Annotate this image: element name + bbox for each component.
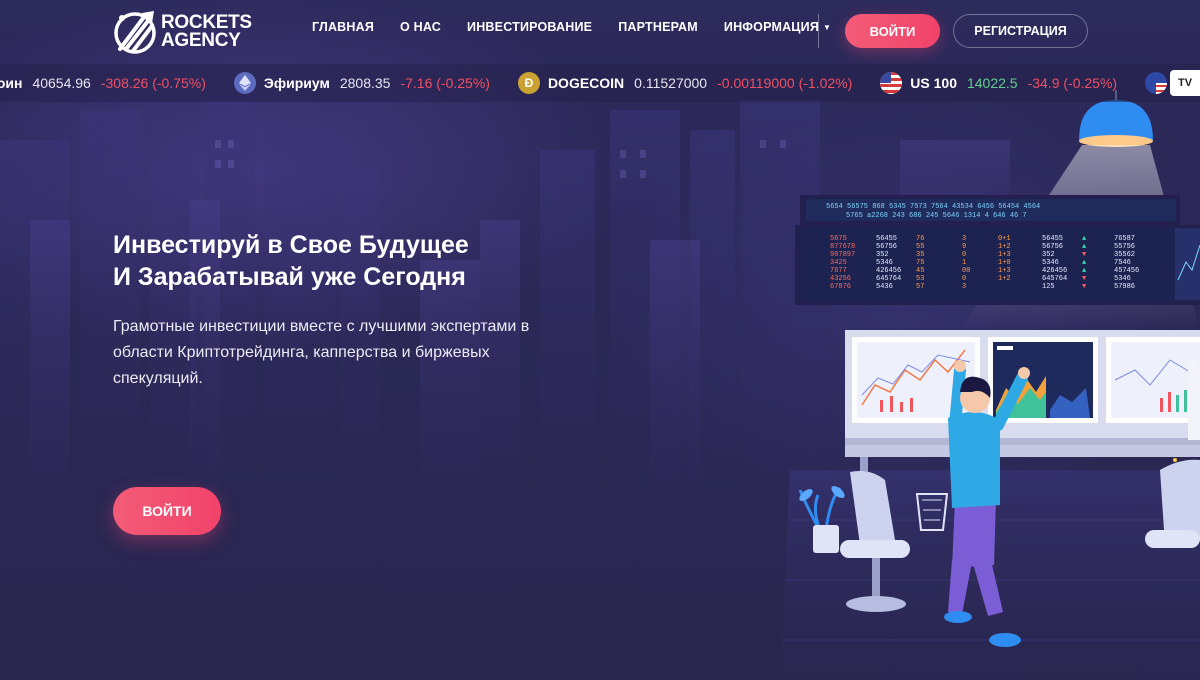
ticker-item-bitcoin[interactable]: коин 40654.96 -308.26 (-0.75%) — [0, 75, 206, 91]
svg-text:1+3: 1+3 — [998, 251, 1011, 259]
svg-text:5346: 5346 — [876, 259, 893, 267]
svg-text:5346: 5346 — [1114, 275, 1131, 283]
svg-text:0: 0 — [962, 275, 966, 283]
logo-text: ROCKETS AGENCY — [161, 13, 252, 51]
svg-text:1+2: 1+2 — [998, 275, 1011, 283]
svg-text:5675: 5675 — [830, 235, 847, 243]
site-logo[interactable]: ROCKETS AGENCY — [112, 9, 262, 55]
svg-text:125: 125 — [1042, 283, 1055, 291]
svg-text:3: 3 — [962, 283, 966, 291]
caret-down-icon: ▼ — [823, 22, 832, 32]
svg-text:426456: 426456 — [876, 267, 901, 275]
nav-item-about[interactable]: О НАС — [400, 20, 441, 34]
nav-divider — [818, 14, 819, 48]
svg-text:877678: 877678 — [830, 243, 855, 251]
svg-text:43256: 43256 — [830, 275, 851, 283]
svg-text:57: 57 — [916, 283, 924, 291]
ticker-change: -34.9 (-0.25%) — [1027, 75, 1118, 91]
svg-text:352: 352 — [876, 251, 889, 259]
hero-title-line2: И Зарабатывай уже Сегодня — [113, 263, 466, 291]
svg-text:9: 9 — [962, 243, 966, 251]
svg-text:1+0: 1+0 — [998, 259, 1011, 267]
svg-text:1+2: 1+2 — [998, 243, 1011, 251]
svg-text:76: 76 — [916, 235, 924, 243]
hero-title: Инвестируй в Свое Будущее И Зарабатывай … — [113, 229, 469, 293]
ticker-name: коин — [0, 75, 23, 91]
login-button[interactable]: ВОЙТИ — [845, 14, 940, 48]
svg-text:1: 1 — [962, 259, 966, 267]
svg-text:5346: 5346 — [1042, 259, 1059, 267]
hero-title-line1: Инвестируй в Свое Будущее — [113, 231, 469, 259]
svg-text:5654 56575 868 5345 7573 7564: 5654 56575 868 5345 7573 7564 43534 6456… — [826, 203, 1040, 211]
ticker-change: -0.00119000 (-1.02%) — [717, 75, 853, 91]
svg-text:56455: 56455 — [876, 235, 897, 243]
svg-text:7546: 7546 — [1114, 259, 1131, 267]
svg-text:426456: 426456 — [1042, 267, 1067, 275]
svg-text:00: 00 — [962, 267, 970, 275]
svg-text:35562: 35562 — [1114, 251, 1135, 259]
us-flag-icon — [880, 72, 903, 94]
svg-text:57986: 57986 — [1114, 283, 1135, 291]
ticker-price: 14022.5 — [966, 75, 1018, 91]
nav-item-info[interactable]: ИНФОРМАЦИЯ ▼ — [724, 20, 831, 34]
ticker-item-ethereum[interactable]: Эфириум 2808.35 -7.16 (-0.25%) — [233, 72, 490, 94]
ticker-name: US 100 — [910, 75, 957, 91]
svg-text:3: 3 — [962, 235, 966, 243]
svg-text:352: 352 — [1042, 251, 1055, 259]
ticker-change: -308.26 (-0.75%) — [100, 75, 206, 91]
main-nav: ГЛАВНАЯ О НАС ИНВЕСТИРОВАНИЕ ПАРТНЕРАМ И… — [312, 20, 857, 34]
svg-text:56756: 56756 — [876, 243, 897, 251]
nav-item-partners[interactable]: ПАРТНЕРАМ — [618, 20, 698, 34]
svg-text:55: 55 — [916, 243, 924, 251]
ticker-item-dogecoin[interactable]: Đ DOGECOIN 0.11527000 -0.00119000 (-1.02… — [517, 72, 853, 94]
dogecoin-icon: Đ — [517, 72, 540, 94]
ticker-price: 2808.35 — [339, 75, 391, 91]
register-button[interactable]: РЕГИСТРАЦИЯ — [953, 14, 1088, 48]
svg-text:67876: 67876 — [830, 283, 851, 291]
ticker-name: DOGECOIN — [547, 75, 625, 91]
nav-item-home[interactable]: ГЛАВНАЯ — [312, 20, 374, 34]
svg-text:75: 75 — [916, 259, 924, 267]
rocket-logo-icon — [114, 11, 156, 54]
svg-text:457456: 457456 — [1114, 267, 1139, 275]
svg-text:907897: 907897 — [830, 251, 855, 259]
svg-text:0+1: 0+1 — [998, 235, 1011, 243]
ticker-change: -7.16 (-0.25%) — [400, 75, 490, 91]
svg-text:5436: 5436 — [876, 283, 893, 291]
svg-text:45: 45 — [916, 267, 924, 275]
svg-text:0: 0 — [962, 251, 966, 259]
svg-text:7677: 7677 — [830, 267, 847, 275]
nav-item-info-label: ИНФОРМАЦИЯ — [723, 20, 820, 34]
svg-text:56455: 56455 — [1042, 235, 1063, 243]
ticker-price: 0.11527000 — [634, 75, 708, 91]
ticker-price: 40654.96 — [32, 75, 91, 91]
svg-text:645764: 645764 — [876, 275, 901, 283]
svg-text:5765 a2268 243 686 245 5646 13: 5765 a2268 243 686 245 5646 1314 4 646 4… — [846, 212, 1027, 220]
eu-flag-icon — [1145, 72, 1168, 94]
svg-text:53: 53 — [916, 275, 924, 283]
svg-text:645764: 645764 — [1042, 275, 1067, 283]
hero-login-button[interactable]: ВОЙТИ — [113, 487, 221, 535]
svg-text:56756: 56756 — [1042, 243, 1063, 251]
ticker-name: Эфириум — [263, 75, 330, 91]
svg-text:35: 35 — [916, 251, 924, 259]
site-header: ROCKETS AGENCY ГЛАВНАЯ О НАС ИНВЕСТИРОВА… — [0, 0, 1200, 64]
trading-desk-illustration: 5654 56575 868 5345 7573 7564 43534 6456… — [780, 90, 1200, 680]
hero-description: Грамотные инвестиции вместе с лучшими эк… — [113, 318, 530, 387]
ethereum-icon — [233, 72, 256, 94]
ticker-item-us100[interactable]: US 100 14022.5 -34.9 (-0.25%) — [880, 72, 1117, 94]
logo-line2: AGENCY — [161, 30, 241, 51]
price-ticker: коин 40654.96 -308.26 (-0.75%) Эфириум 2… — [0, 64, 1200, 102]
svg-text:55756: 55756 — [1114, 243, 1135, 251]
svg-text:1+3: 1+3 — [998, 267, 1011, 275]
nav-item-investing[interactable]: ИНВЕСТИРОВАНИЕ — [467, 20, 592, 34]
svg-text:76587: 76587 — [1114, 235, 1135, 243]
tradingview-logo-icon[interactable]: TV — [1170, 70, 1200, 96]
svg-text:3425: 3425 — [830, 259, 847, 267]
